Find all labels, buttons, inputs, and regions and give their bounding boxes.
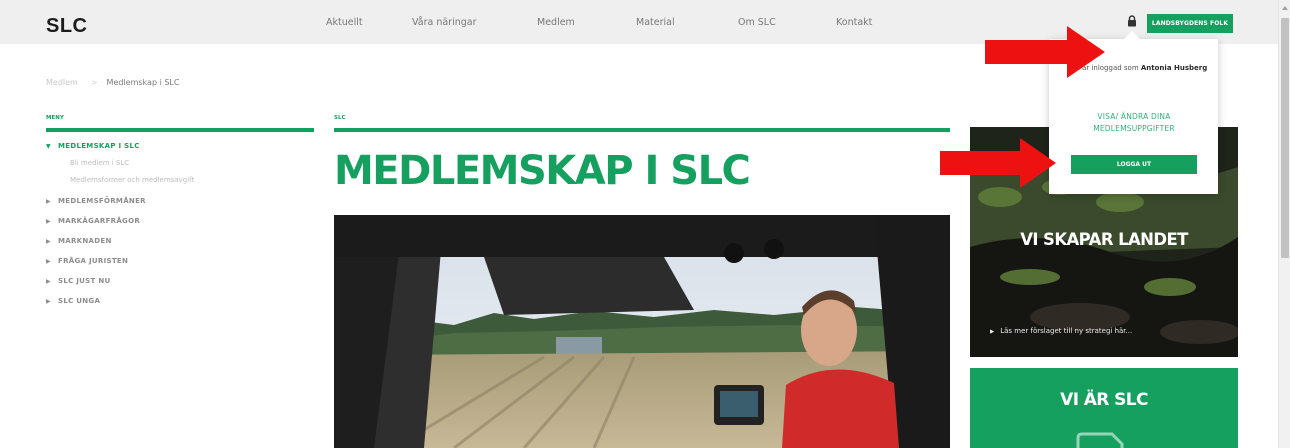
main-section-label: SLC — [334, 115, 346, 121]
sidebar-label: MENY — [46, 115, 64, 121]
edit-member-info-link[interactable]: VISA/ ÄNDRA DINA MEDLEMSUPPGIFTER — [1071, 111, 1197, 135]
card-title: VI ÄR SLC — [1060, 390, 1148, 410]
dropdown-caret — [1123, 31, 1141, 40]
sidebar-subitem-medlemsformer[interactable]: Medlemsformer och medlemsavgift — [70, 176, 194, 184]
chevron-right-icon: ▶ — [46, 218, 51, 225]
nav-item-kontakt[interactable]: Kontakt — [836, 17, 872, 28]
breadcrumb-current: Medlemskap i SLC — [106, 78, 180, 87]
sidebar-divider — [46, 128, 314, 132]
sidebar-item-medlemsformaner[interactable]: ▶ MEDLEMSFÖRMÅNER — [46, 197, 146, 205]
breadcrumb-separator: > — [90, 78, 98, 87]
nav-item-aktuellt[interactable]: Aktuellt — [326, 17, 363, 28]
chevron-right-icon: ▶ — [46, 198, 51, 205]
sidebar-item-fraga-juristen[interactable]: ▶ FRÅGA JURISTEN — [46, 257, 128, 265]
main-divider — [334, 128, 950, 132]
logout-button[interactable]: LOGGA UT — [1071, 155, 1197, 174]
breadcrumb-parent[interactable]: Medlem — [46, 78, 78, 87]
tractor-cab-photo — [334, 215, 950, 448]
breadcrumb: Medlem > Medlemskap i SLC — [46, 78, 179, 87]
nav-item-medlem[interactable]: Medlem — [537, 17, 575, 28]
lock-icon[interactable] — [1127, 15, 1137, 27]
promo-title: VI SKAPAR LANDET — [1020, 230, 1188, 249]
chevron-right-icon: ▶ — [46, 238, 51, 245]
page-title: MEDLEMSKAP I SLC — [334, 148, 751, 194]
chevron-right-icon: ▶ — [46, 258, 51, 265]
sidebar-item-label: MEDLEMSKAP I SLC — [58, 142, 140, 150]
sidebar-item-slc-unga[interactable]: ▶ SLC UNGA — [46, 297, 100, 305]
scroll-up-icon[interactable] — [1282, 6, 1288, 10]
chevron-down-icon: ▼ — [46, 143, 51, 150]
site-logo[interactable]: SLC — [46, 15, 88, 38]
promo-link-text: Läs mer förslaget till ny strategi här..… — [1000, 327, 1133, 335]
sidebar-item-markagarfragor[interactable]: ▶ MARKÄGARFRÅGOR — [46, 217, 140, 225]
nav-item-vara-naringar[interactable]: Våra näringar — [412, 17, 477, 28]
sidebar-subitem-bli-medlem[interactable]: Bli medlem i SLC — [70, 159, 129, 167]
nav-item-om-slc[interactable]: Om SLC — [738, 17, 776, 28]
nav-item-material[interactable]: Material — [636, 17, 675, 28]
chevron-right-icon: ▶ — [46, 278, 51, 285]
sidebar-item-label: SLC JUST NU — [58, 277, 111, 285]
sidebar-item-slc-just-nu[interactable]: ▶ SLC JUST NU — [46, 277, 110, 285]
page: SLC Aktuellt Våra näringar Medlem Materi… — [0, 0, 1290, 448]
sidebar-item-label: FRÅGA JURISTEN — [58, 257, 129, 265]
vi-ar-slc-card[interactable]: VI ÄR SLC — [970, 368, 1238, 448]
red-arrow-icon — [940, 138, 1056, 188]
scrollbar-thumb[interactable] — [1281, 18, 1289, 258]
logged-in-user-name: Antonia Husberg — [1140, 64, 1208, 72]
sidebar-item-label: MARKÄGARFRÅGOR — [58, 217, 141, 225]
account-button[interactable]: LANDSBYGDENS FOLK — [1147, 14, 1233, 33]
red-arrow-icon — [985, 26, 1105, 78]
sidebar-item-label: MARKNADEN — [58, 237, 112, 245]
promo-link[interactable]: ▶ Läs mer förslaget till ny strategi här.… — [990, 327, 1132, 335]
chevron-right-icon: ▶ — [46, 298, 51, 305]
sidebar-item-label: SLC UNGA — [58, 297, 101, 305]
page-scrollbar[interactable] — [1278, 0, 1290, 448]
sidebar-item-medlemskap[interactable]: ▼ MEDLEMSKAP I SLC — [46, 142, 140, 150]
sidebar-item-marknaden[interactable]: ▶ MARKNADEN — [46, 237, 112, 245]
sidebar-item-label: MEDLEMSFÖRMÅNER — [58, 197, 146, 205]
play-arrow-icon: ▶ — [990, 329, 995, 335]
document-icon — [1076, 432, 1124, 448]
